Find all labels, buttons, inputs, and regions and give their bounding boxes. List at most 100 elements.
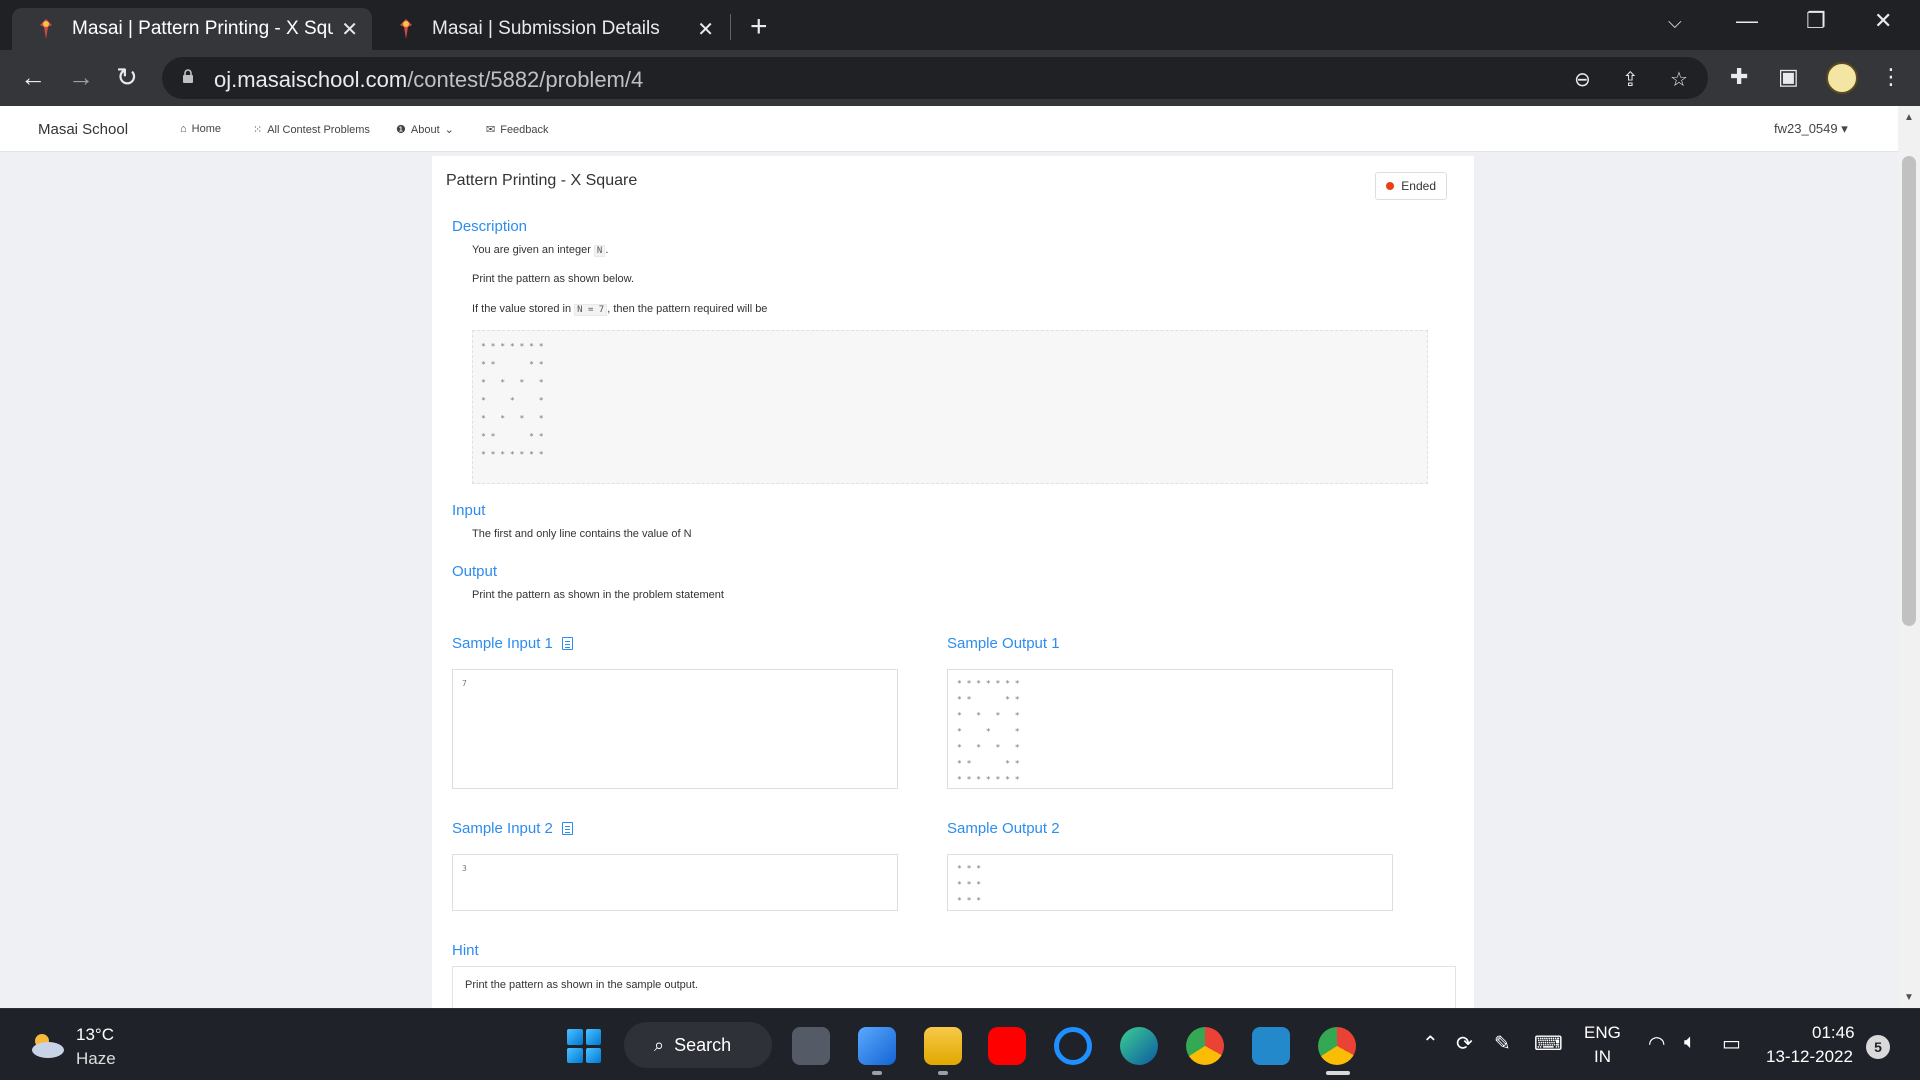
chrome-icon[interactable] <box>1186 1027 1224 1065</box>
tray-overflow-icon[interactable]: ⌃ <box>1422 1031 1439 1056</box>
status-dot-icon <box>1386 182 1395 190</box>
output-description: Print the pattern as shown in the proble… <box>472 589 724 601</box>
edge-browser-icon[interactable] <box>1120 1027 1158 1065</box>
hint-text: Print the pattern as shown in the sample… <box>465 979 698 991</box>
close-tab-icon[interactable]: ✕ <box>341 17 358 42</box>
pattern-example-block: * * * * * * * * * * * * * * * * * * * * … <box>472 330 1428 484</box>
tab-search-icon[interactable]: ⌵ <box>1668 12 1682 33</box>
tab-title: Masai | Submission Details <box>432 18 660 39</box>
language-region[interactable]: IN <box>1594 1047 1611 1067</box>
sample-output-1-box: * * * * * * * * * * * * * * * * * * * * … <box>947 669 1393 789</box>
sample-output-2-heading: Sample Output 2 <box>947 820 1060 837</box>
user-menu[interactable]: fw23_0549 ▾ <box>1774 121 1848 137</box>
page-scrollbar[interactable]: ▲ ▼ <box>1898 106 1920 1008</box>
chevron-down-icon: ⌄ <box>444 124 454 136</box>
lock-icon <box>182 69 194 83</box>
tab-separator <box>730 14 731 40</box>
share-icon[interactable]: ⇪ <box>1622 67 1639 92</box>
grid-icon: ⁙ <box>253 124 263 136</box>
photos-app-icon[interactable] <box>858 1027 896 1065</box>
forward-icon[interactable]: → <box>68 62 94 93</box>
task-view-icon[interactable] <box>792 1027 830 1065</box>
menu-kebab-icon[interactable]: ⋮ <box>1880 64 1902 90</box>
description-line-2: Print the pattern as shown below. <box>472 273 635 285</box>
weather-temperature: 13°C <box>76 1025 114 1044</box>
problem-title: Pattern Printing - X Square <box>446 172 638 189</box>
description-line-3: If the value stored in N = 7, then the p… <box>472 303 768 316</box>
clock-time[interactable]: 01:46 <box>1812 1023 1855 1043</box>
reload-icon[interactable]: ↻ <box>116 62 138 93</box>
input-description: The first and only line contains the val… <box>472 528 692 540</box>
nav-home[interactable]: ⌂ Home <box>180 123 221 135</box>
sample-input-1-heading: Sample Input 1 <box>452 635 573 652</box>
pattern-example: * * * * * * * * * * * * * * * * * * * * … <box>481 342 544 459</box>
battery-icon[interactable]: ▭ <box>1722 1031 1741 1056</box>
nav-all-contest-problems[interactable]: ⁙ All Contest Problems <box>253 123 370 137</box>
language-code[interactable]: ENG <box>1584 1023 1621 1043</box>
caret-down-icon: ▾ <box>1841 121 1848 136</box>
wifi-icon[interactable]: ◠ <box>1648 1031 1665 1056</box>
vscode-icon[interactable] <box>1252 1027 1290 1065</box>
home-icon: ⌂ <box>180 123 187 135</box>
back-icon[interactable]: ← <box>20 62 46 93</box>
nav-feedback[interactable]: ✉ Feedback <box>486 123 549 137</box>
sample-output-2-box: * * * * * * * * * <box>947 854 1393 911</box>
chrome-profile-icon[interactable] <box>1318 1027 1356 1065</box>
copy-icon[interactable] <box>561 637 573 650</box>
hint-heading: Hint <box>452 942 479 959</box>
pen-icon[interactable]: ✎ <box>1494 1031 1511 1056</box>
side-panel-icon[interactable]: ▣ <box>1778 64 1799 90</box>
minimize-icon[interactable]: — <box>1736 8 1758 34</box>
sample-input-2-box: 3 <box>452 854 898 911</box>
site-navbar: Masai School ⌂ Home ⁙ All Contest Problems… <box>0 106 1898 152</box>
info-icon: ❶ <box>396 124 406 136</box>
restore-icon[interactable]: ❐ <box>1806 8 1826 34</box>
windows-taskbar: 13°C Haze ⌕ Search ⌃ ⟳ ✎ ⌨ ENG IN ◠ 🔈︎ ▭ … <box>0 1008 1920 1080</box>
scroll-down-icon[interactable]: ▼ <box>1904 992 1914 1003</box>
sample-input-2-heading: Sample Input 2 <box>452 820 573 837</box>
hint-box: Print the pattern as shown in the sample… <box>452 966 1456 1008</box>
copy-icon[interactable] <box>561 822 573 835</box>
close-window-icon[interactable]: ✕ <box>1874 8 1892 34</box>
browser-tab-bar: Masai | Pattern Printing - X Squar ✕ Mas… <box>0 0 1920 50</box>
url-text: oj.masaischool.com/contest/5882/problem/… <box>214 67 644 92</box>
brand-logo-text[interactable]: Masai School <box>38 121 128 138</box>
notification-badge[interactable]: 5 <box>1866 1035 1890 1059</box>
tab-submission-details[interactable]: Masai | Submission Details ✕ <box>372 8 728 50</box>
volume-icon[interactable]: 🔈︎ <box>1684 1031 1696 1054</box>
start-menu-icon[interactable] <box>567 1029 601 1063</box>
sample-input-1-box: 7 <box>452 669 898 789</box>
scroll-up-icon[interactable]: ▲ <box>1904 112 1914 123</box>
problem-card: Pattern Printing - X Square Ended Descri… <box>432 156 1474 1008</box>
weather-haze-icon[interactable] <box>26 1031 66 1059</box>
active-indicator <box>1326 1071 1350 1075</box>
running-indicator <box>872 1071 882 1075</box>
close-tab-icon[interactable]: ✕ <box>697 17 714 42</box>
nav-about[interactable]: ❶ About ⌄ <box>396 123 454 137</box>
profile-avatar[interactable] <box>1826 62 1858 94</box>
bookmark-star-icon[interactable]: ☆ <box>1670 67 1688 92</box>
tab-title: Masai | Pattern Printing - X Squar <box>72 18 334 39</box>
output-heading: Output <box>452 563 498 580</box>
tab-pattern-printing[interactable]: Masai | Pattern Printing - X Squar ✕ <box>12 8 372 50</box>
keyboard-icon[interactable]: ⌨ <box>1534 1031 1563 1056</box>
cortana-icon[interactable] <box>1054 1027 1092 1065</box>
sync-icon[interactable]: ⟳ <box>1456 1031 1473 1056</box>
browser-toolbar: ← → ↻ oj.masaischool.com/contest/5882/pr… <box>0 50 1920 106</box>
sample-output-1-heading: Sample Output 1 <box>947 635 1060 652</box>
taskbar-search[interactable]: ⌕ Search <box>624 1022 772 1068</box>
description-line-1: You are given an integer N. <box>472 244 609 257</box>
masai-favicon-icon <box>394 17 418 41</box>
clock-date[interactable]: 13-12-2022 <box>1766 1047 1853 1067</box>
scroll-thumb[interactable] <box>1902 156 1916 626</box>
youtube-icon[interactable] <box>988 1027 1026 1065</box>
feedback-icon: ✉ <box>486 124 496 136</box>
new-tab-icon[interactable]: + <box>750 10 768 44</box>
description-heading: Description <box>452 218 528 235</box>
address-bar[interactable]: oj.masaischool.com/contest/5882/problem/… <box>162 57 1708 99</box>
file-explorer-icon[interactable] <box>924 1027 962 1065</box>
running-indicator <box>938 1071 948 1075</box>
extensions-icon[interactable]: ✚ <box>1730 64 1748 90</box>
zoom-icon[interactable]: ⊖ <box>1574 67 1591 92</box>
input-heading: Input <box>452 502 486 519</box>
